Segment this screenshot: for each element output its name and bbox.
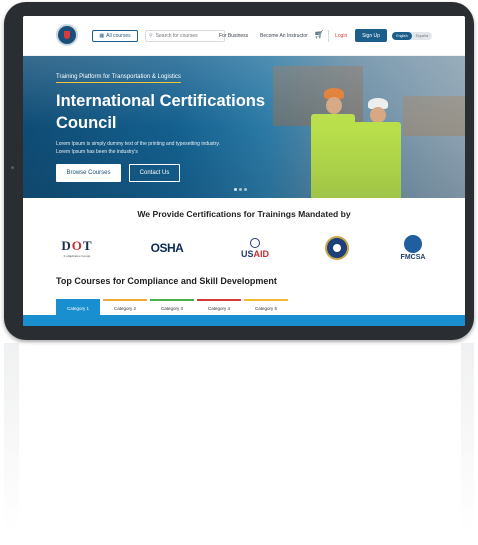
osha-logo: OSHA (150, 241, 184, 255)
carousel-dot[interactable] (244, 188, 247, 191)
all-courses-label: All courses (106, 33, 131, 39)
search-input[interactable] (155, 33, 216, 39)
dot-logo: DOT Compliance Group (61, 238, 93, 258)
tab-category-3[interactable]: Category 3 (150, 299, 194, 315)
carousel-dot[interactable] (234, 188, 237, 191)
courses-title: Top Courses for Compliance and Skill Dev… (56, 276, 277, 286)
tab-category-2[interactable]: Category 2 (103, 299, 147, 315)
lang-english[interactable]: English (392, 32, 412, 40)
contact-us-button[interactable]: Contact Us (129, 164, 180, 182)
carousel-dot[interactable] (239, 188, 242, 191)
tablet-device: ▦ All courses ⚲ For Business Become An I… (4, 2, 474, 340)
search-box[interactable]: ⚲ (145, 30, 225, 42)
signup-button[interactable]: Sign Up (355, 29, 387, 42)
tab-category-4[interactable]: Category 4 (197, 299, 241, 315)
all-courses-button[interactable]: ▦ All courses (92, 30, 138, 42)
cia-logo (323, 234, 351, 262)
usaid-seal-icon (250, 237, 260, 248)
search-icon: ⚲ (149, 33, 153, 39)
grid-icon: ▦ (99, 33, 105, 39)
hero-description: Lorem Ipsum is simply dummy text of the … (56, 141, 220, 155)
category-tabs: Category 1 Category 2 Category 3 Categor… (56, 299, 288, 315)
camera-icon (11, 166, 14, 169)
cart-icon[interactable]: 🛒︎ (314, 30, 324, 39)
tab-category-1[interactable]: Category 1 (56, 299, 100, 315)
browse-courses-button[interactable]: Browse Courses (56, 164, 121, 182)
nav-divider (328, 30, 329, 42)
usaid-logo: USAID (235, 234, 275, 262)
hero-tagline: Training Platform for Transportation & L… (56, 74, 181, 83)
cia-seal-icon (325, 236, 349, 260)
website-screen: ▦ All courses ⚲ For Business Become An I… (23, 16, 465, 326)
tablet-reflection (4, 343, 474, 543)
hero-banner: Training Platform for Transportation & L… (23, 56, 465, 198)
become-instructor-link[interactable]: Become An Instructor (260, 33, 308, 39)
login-link[interactable]: Login (335, 33, 347, 39)
fmcsa-logo: FMCSA (393, 234, 433, 262)
content-strip (23, 315, 465, 326)
site-logo[interactable] (56, 24, 78, 46)
lang-spanish[interactable]: Español (412, 32, 432, 40)
fmcsa-seal-icon (404, 235, 422, 253)
language-toggle[interactable]: English Español (392, 32, 432, 40)
top-navbar: ▦ All courses ⚲ For Business Become An I… (23, 16, 465, 56)
partners-title: We Provide Certifications for Trainings … (137, 209, 351, 219)
hero-title: International Certifications Council (56, 92, 266, 132)
carousel-dots (234, 188, 247, 191)
for-business-link[interactable]: For Business (219, 33, 248, 39)
tab-category-5[interactable]: Category 5 (244, 299, 288, 315)
